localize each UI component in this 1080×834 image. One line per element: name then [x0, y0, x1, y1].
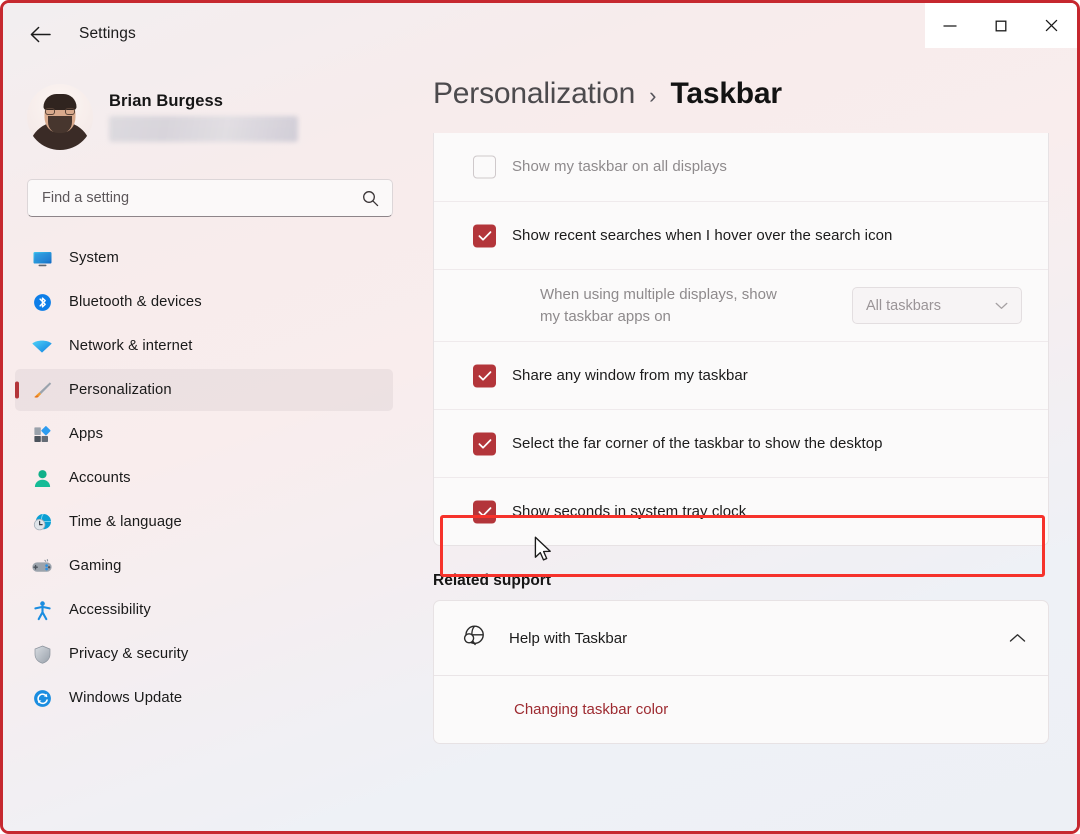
window-controls [925, 3, 1077, 48]
profile-email-redacted [109, 116, 298, 142]
sidebar-item-privacy-security[interactable]: Privacy & security [15, 633, 393, 675]
sidebar-item-label: Gaming [69, 558, 122, 574]
sidebar-item-network-internet[interactable]: Network & internet [15, 325, 393, 367]
checkmark-icon [478, 438, 491, 449]
sidebar-item-windows-update[interactable]: Windows Update [15, 677, 393, 719]
titlebar-left-group: Settings [3, 3, 1077, 65]
setting-label: Show my taskbar on all displays [512, 158, 727, 176]
sidebar-item-time-language[interactable]: Time & language [15, 501, 393, 543]
sidebar-item-label: Privacy & security [69, 646, 189, 662]
breadcrumb-parent[interactable]: Personalization [433, 77, 635, 111]
wifi-icon [31, 335, 53, 357]
paintbrush-icon [31, 379, 53, 401]
avatar-glasses-right [65, 108, 75, 115]
breadcrumb-current: Taskbar [670, 77, 782, 110]
setting-row-far-corner-show-desktop[interactable]: Select the far corner of the taskbar to … [434, 409, 1048, 477]
search-input[interactable] [42, 190, 342, 206]
checkbox-far-corner-show-desktop[interactable] [473, 432, 496, 455]
sidebar-nav-list: System Bluetooth & devices Network & int… [3, 237, 423, 719]
settings-window: Settings Brian Burgess Find a setting Sy… [0, 0, 1080, 834]
search-icon [362, 190, 378, 206]
apps-icon [31, 423, 53, 445]
avatar-glasses-left [45, 108, 55, 115]
sidebar-item-bluetooth-devices[interactable]: Bluetooth & devices [15, 281, 393, 323]
sidebar-item-gaming[interactable]: Gaming [15, 545, 393, 587]
bluetooth-icon [31, 291, 53, 313]
globe-search-icon [460, 622, 487, 654]
multi-display-dropdown: All taskbars [852, 287, 1022, 324]
setting-row-show-seconds-system-tray-clock[interactable]: Show seconds in system tray clock [434, 477, 1048, 545]
checkmark-icon [478, 506, 491, 517]
minimize-button[interactable] [925, 3, 976, 48]
checkbox-show-recent-searches[interactable] [473, 224, 496, 247]
taskbar-settings-card: Show my taskbar on all displays Show rec… [433, 133, 1049, 546]
sidebar-item-label: Windows Update [69, 690, 183, 706]
sidebar-item-label: Accessibility [69, 602, 151, 618]
setting-row-multi-display: When using multiple displays, show my ta… [434, 269, 1048, 341]
shield-icon [31, 643, 53, 665]
update-icon [31, 687, 53, 709]
setting-label: Share any window from my taskbar [512, 366, 748, 384]
related-support-heading: Related support [433, 572, 551, 589]
checkbox-show-taskbar-all-displays [473, 155, 496, 179]
related-support-card: Help with Taskbar Changing taskbar color [433, 600, 1049, 744]
maximize-icon [995, 20, 1007, 31]
setting-label: Show recent searches when I hover over t… [512, 226, 893, 244]
accessibility-icon [31, 599, 53, 621]
close-button[interactable] [1026, 3, 1077, 48]
gamepad-icon [31, 555, 53, 577]
breadcrumb: Personalization › Taskbar [423, 65, 1077, 133]
checkmark-icon [478, 370, 491, 381]
clock-globe-icon [31, 511, 53, 533]
sidebar-item-label: Network & internet [69, 338, 193, 354]
setting-row-share-any-window[interactable]: Share any window from my taskbar [434, 341, 1048, 409]
sidebar-item-accessibility[interactable]: Accessibility [15, 589, 393, 631]
dropdown-value: All taskbars [866, 297, 941, 314]
support-link-row: Changing taskbar color [434, 675, 1048, 743]
sidebar: Brian Burgess Find a setting System Blue… [3, 65, 423, 831]
setting-label: When using multiple displays, show my ta… [540, 286, 777, 325]
minimize-icon [943, 24, 957, 27]
sidebar-item-accounts[interactable]: Accounts [15, 457, 393, 499]
maximize-button[interactable] [976, 3, 1027, 48]
close-icon [1045, 19, 1058, 32]
checkmark-icon [478, 230, 491, 241]
search-button[interactable] [358, 186, 382, 210]
sidebar-item-label: Apps [69, 426, 104, 442]
chevron-down-icon [995, 302, 1008, 309]
breadcrumb-separator-icon: › [649, 83, 657, 108]
setting-row-show-taskbar-all-displays: Show my taskbar on all displays [434, 133, 1048, 201]
profile-name: Brian Burgess [109, 92, 224, 110]
main-content: Personalization › Taskbar Show my taskba… [423, 65, 1077, 831]
search-wrap [3, 157, 423, 217]
setting-label: Select the far corner of the taskbar to … [512, 434, 883, 452]
setting-row-show-recent-searches[interactable]: Show recent searches when I hover over t… [434, 201, 1048, 269]
search-box[interactable] [27, 179, 393, 217]
sidebar-item-label: Bluetooth & devices [69, 294, 202, 310]
help-with-taskbar-row[interactable]: Help with Taskbar [434, 601, 1048, 675]
sidebar-item-label: Time & language [69, 514, 182, 530]
help-with-taskbar-label: Help with Taskbar [509, 629, 628, 647]
profile-block[interactable]: Brian Burgess [3, 65, 423, 157]
changing-taskbar-color-link[interactable]: Changing taskbar color [514, 701, 668, 718]
chevron-up-icon[interactable] [1009, 633, 1026, 643]
titlebar: Settings [3, 3, 1077, 65]
window-title: Settings [79, 25, 136, 42]
setting-label: Show seconds in system tray clock [512, 502, 747, 520]
checkbox-share-any-window[interactable] [473, 364, 496, 387]
sidebar-item-label: Accounts [69, 470, 131, 486]
checkbox-show-seconds-system-tray-clock[interactable] [473, 500, 496, 523]
sidebar-item-personalization[interactable]: Personalization [15, 369, 393, 411]
back-arrow-icon [30, 26, 51, 42]
sidebar-item-apps[interactable]: Apps [15, 413, 393, 455]
sidebar-item-label: System [69, 250, 119, 266]
sidebar-item-system[interactable]: System [15, 237, 393, 279]
back-button[interactable] [23, 17, 57, 51]
sidebar-item-label: Personalization [69, 382, 172, 398]
avatar[interactable] [27, 84, 93, 150]
monitor-icon [31, 247, 53, 269]
profile-text: Brian Burgess [109, 92, 298, 142]
person-icon [31, 467, 53, 489]
